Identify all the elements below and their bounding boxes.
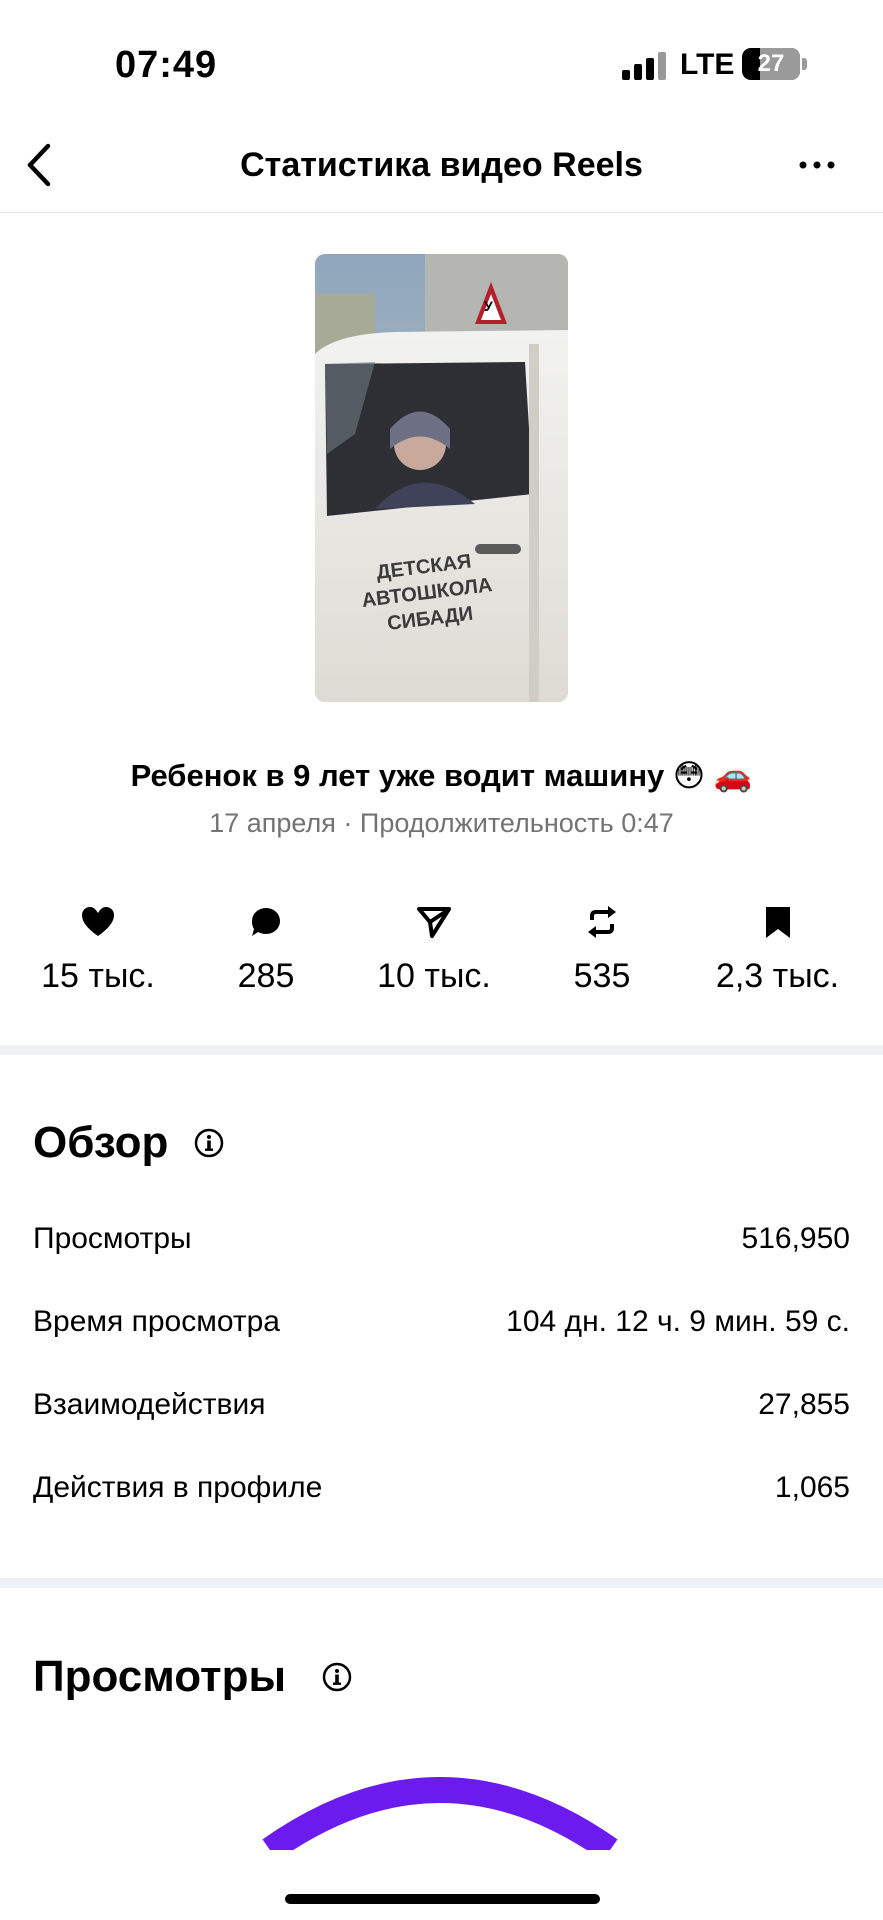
saves-count: 2,3 тыс.	[715, 957, 840, 995]
repost-icon	[588, 906, 616, 938]
home-indicator	[285, 1894, 600, 1904]
top-nav-bar: Статистика видео Reels	[0, 120, 883, 213]
info-icon[interactable]	[322, 1662, 352, 1692]
views-donut-chart	[262, 1777, 618, 1850]
comment-icon	[252, 908, 280, 936]
bookmark-icon	[765, 907, 790, 938]
metric-likes: 15 тыс.	[28, 905, 168, 996]
shares-count: 10 тыс.	[377, 957, 491, 995]
reel-meta: 17 апреля · Продолжительность 0:47	[209, 808, 674, 838]
overview-value: 104 дн. 12 ч. 9 мин. 59 с.	[506, 1305, 850, 1338]
metric-saves: 2,3 тыс.	[700, 905, 855, 996]
more-options-button[interactable]	[796, 150, 842, 180]
reel-title: Ребенок в 9 лет уже водит машину 😳 🚗	[130, 758, 753, 793]
signal-icon	[622, 50, 668, 80]
metric-comments: 285	[206, 905, 326, 996]
metric-shares: 10 тыс.	[364, 905, 504, 996]
section-divider	[0, 1045, 883, 1055]
overview-value: 27,855	[758, 1388, 850, 1421]
info-icon[interactable]	[194, 1128, 224, 1158]
heart-icon	[82, 907, 114, 936]
more-horizontal-icon	[799, 161, 835, 169]
send-icon	[417, 907, 451, 938]
network-type: LTE	[680, 48, 735, 81]
comments-count: 285	[237, 957, 295, 995]
driving-school-sign: У	[484, 298, 493, 314]
battery-icon: 27	[742, 48, 800, 80]
reposts-count: 535	[573, 957, 631, 995]
likes-count: 15 тыс.	[41, 957, 155, 995]
overview-title: Обзор	[33, 1118, 169, 1167]
status-time: 07:49	[115, 44, 218, 86]
overview-label: Действия в профиле	[33, 1471, 323, 1504]
overview-label: Просмотры	[33, 1222, 192, 1255]
page-title: Статистика видео Reels	[240, 146, 643, 184]
battery-level: 27	[757, 50, 785, 77]
overview-label: Время просмотра	[33, 1305, 280, 1338]
overview-label: Взаимодействия	[33, 1388, 266, 1421]
metric-reposts: 535	[542, 905, 662, 996]
overview-value: 1,065	[774, 1471, 850, 1504]
views-title: Просмотры	[33, 1652, 287, 1701]
reel-thumbnail[interactable]: ДЕТСКАЯ АВТОШКОЛА СИБАДИ У	[315, 254, 568, 702]
section-divider	[0, 1578, 883, 1588]
status-bar: 07:49 LTE 27	[0, 0, 883, 120]
overview-value: 516,950	[741, 1222, 850, 1255]
